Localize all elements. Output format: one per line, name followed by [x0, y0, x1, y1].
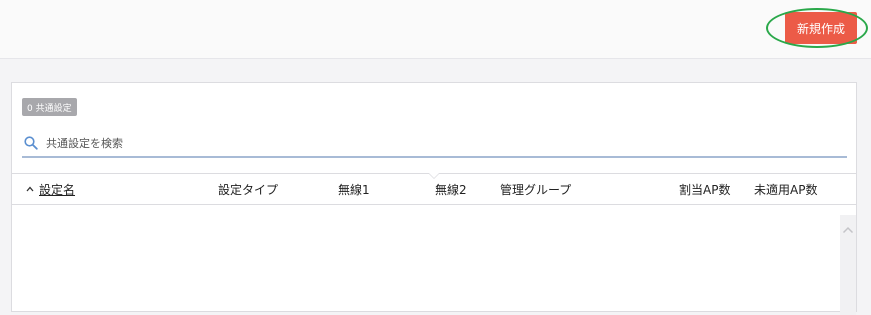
scroll-up-icon[interactable]: [842, 219, 854, 238]
column-label: 設定タイプ: [218, 182, 279, 197]
column-header-group[interactable]: 管理グループ: [500, 174, 571, 204]
column-label: 未適用AP数: [754, 182, 818, 197]
column-header-name[interactable]: 設定名: [26, 174, 75, 204]
column-header-radio2[interactable]: 無線2: [435, 174, 467, 204]
top-bar: 新規作成: [0, 0, 871, 59]
table-body: [12, 205, 856, 315]
column-header-unapplied-ap[interactable]: 未適用AP数: [754, 174, 817, 204]
column-header-assigned-ap[interactable]: 割当AP数: [679, 174, 730, 204]
column-label: 無線1: [338, 182, 370, 197]
column-label: 割当AP数: [679, 182, 731, 197]
column-header-type[interactable]: 設定タイプ: [218, 174, 278, 204]
column-header-radio1[interactable]: 無線1: [338, 174, 370, 204]
scrollbar[interactable]: [840, 215, 856, 315]
count-badge: 0 共通設定: [22, 98, 77, 116]
chevron-up-icon: [26, 184, 34, 195]
search-bar[interactable]: [22, 130, 847, 158]
column-label: 管理グループ: [500, 182, 572, 197]
column-label: 無線2: [435, 182, 467, 197]
search-input[interactable]: [46, 136, 806, 150]
settings-panel: 0 共通設定 設定名 設定タイプ 無線1 無線2 管理グループ: [11, 82, 857, 315]
create-new-button[interactable]: 新規作成: [785, 12, 857, 44]
table-header: 設定名 設定タイプ 無線1 無線2 管理グループ 割当AP数 未適用AP数: [12, 173, 856, 205]
column-label: 設定名: [39, 182, 76, 197]
search-icon: [22, 136, 38, 150]
